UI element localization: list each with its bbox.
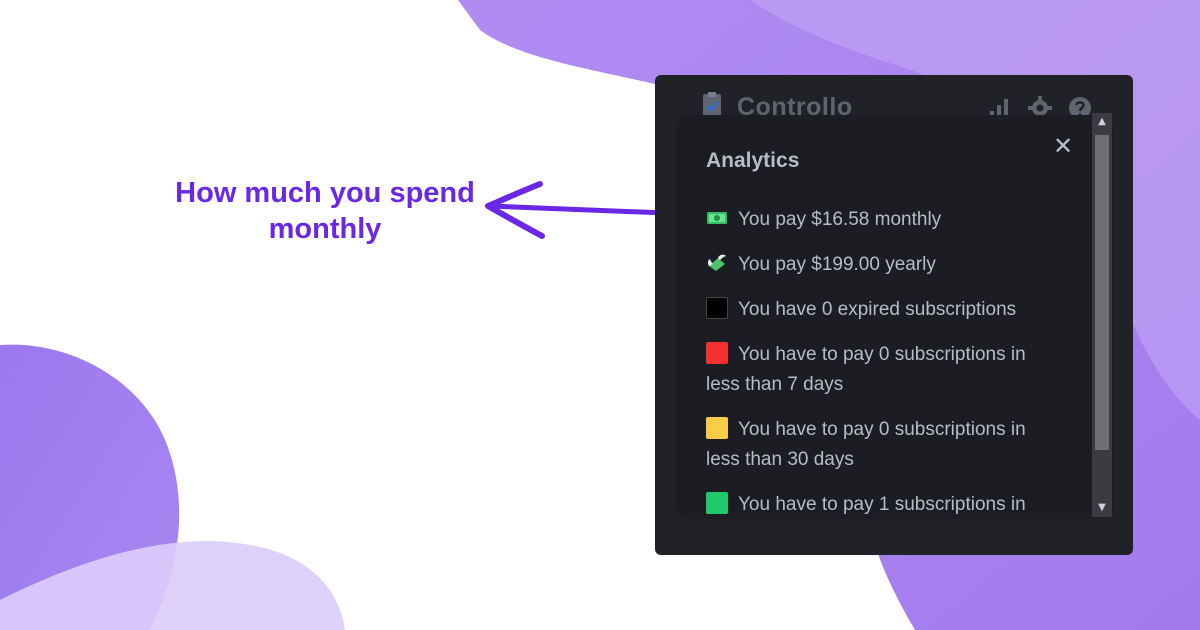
- stat-due-later: You have to pay 1 subscriptions in: [706, 490, 1046, 519]
- green-square-icon: [706, 492, 728, 514]
- stat-text: You have to pay 0 subscriptions in less …: [706, 344, 1026, 395]
- scroll-up-button[interactable]: ▲: [1092, 113, 1112, 131]
- stat-due-30-days: You have to pay 0 subscriptions in less …: [706, 415, 1046, 475]
- yellow-square-icon: [706, 417, 728, 439]
- callout-line-1: How much you spend: [175, 177, 475, 209]
- app-window: Controllo Analytics ✕ You pay $16.58 mon…: [655, 75, 1133, 555]
- stat-text: You have to pay 0 subscriptions in less …: [706, 419, 1026, 470]
- stat-expired: You have 0 expired subscriptions: [706, 295, 1046, 325]
- stat-text: You pay $16.58 monthly: [738, 209, 942, 230]
- stat-due-7-days: You have to pay 0 subscriptions in less …: [706, 340, 1046, 400]
- scroll-down-button[interactable]: ▼: [1092, 499, 1112, 517]
- scroll-thumb[interactable]: [1095, 135, 1109, 450]
- money-bill-icon: [707, 212, 727, 224]
- stat-text: You have to pay 1 subscriptions in: [738, 494, 1026, 515]
- modal-title: Analytics: [706, 149, 800, 172]
- close-button[interactable]: ✕: [1052, 134, 1074, 158]
- red-square-icon: [706, 342, 728, 364]
- stat-yearly: You pay $199.00 yearly: [706, 250, 1046, 280]
- clipboard-check-icon: [703, 92, 721, 116]
- money-with-wings-icon: [707, 254, 726, 271]
- stats-list: You pay $16.58 monthly You pay $199.00 y…: [706, 205, 1046, 519]
- black-square-icon: [706, 297, 728, 319]
- stat-text: You have 0 expired subscriptions: [738, 299, 1017, 320]
- callout-annotation: How much you spend monthly: [150, 175, 500, 247]
- analytics-modal: Analytics ✕ You pay $16.58 monthly You p…: [676, 115, 1114, 519]
- app-header: Controllo: [655, 75, 1133, 121]
- modal-scrollbar[interactable]: ▲ ▼: [1092, 113, 1112, 517]
- stat-text: You pay $199.00 yearly: [738, 254, 936, 275]
- stat-monthly: You pay $16.58 monthly: [706, 205, 1046, 235]
- callout-line-2: monthly: [268, 213, 382, 245]
